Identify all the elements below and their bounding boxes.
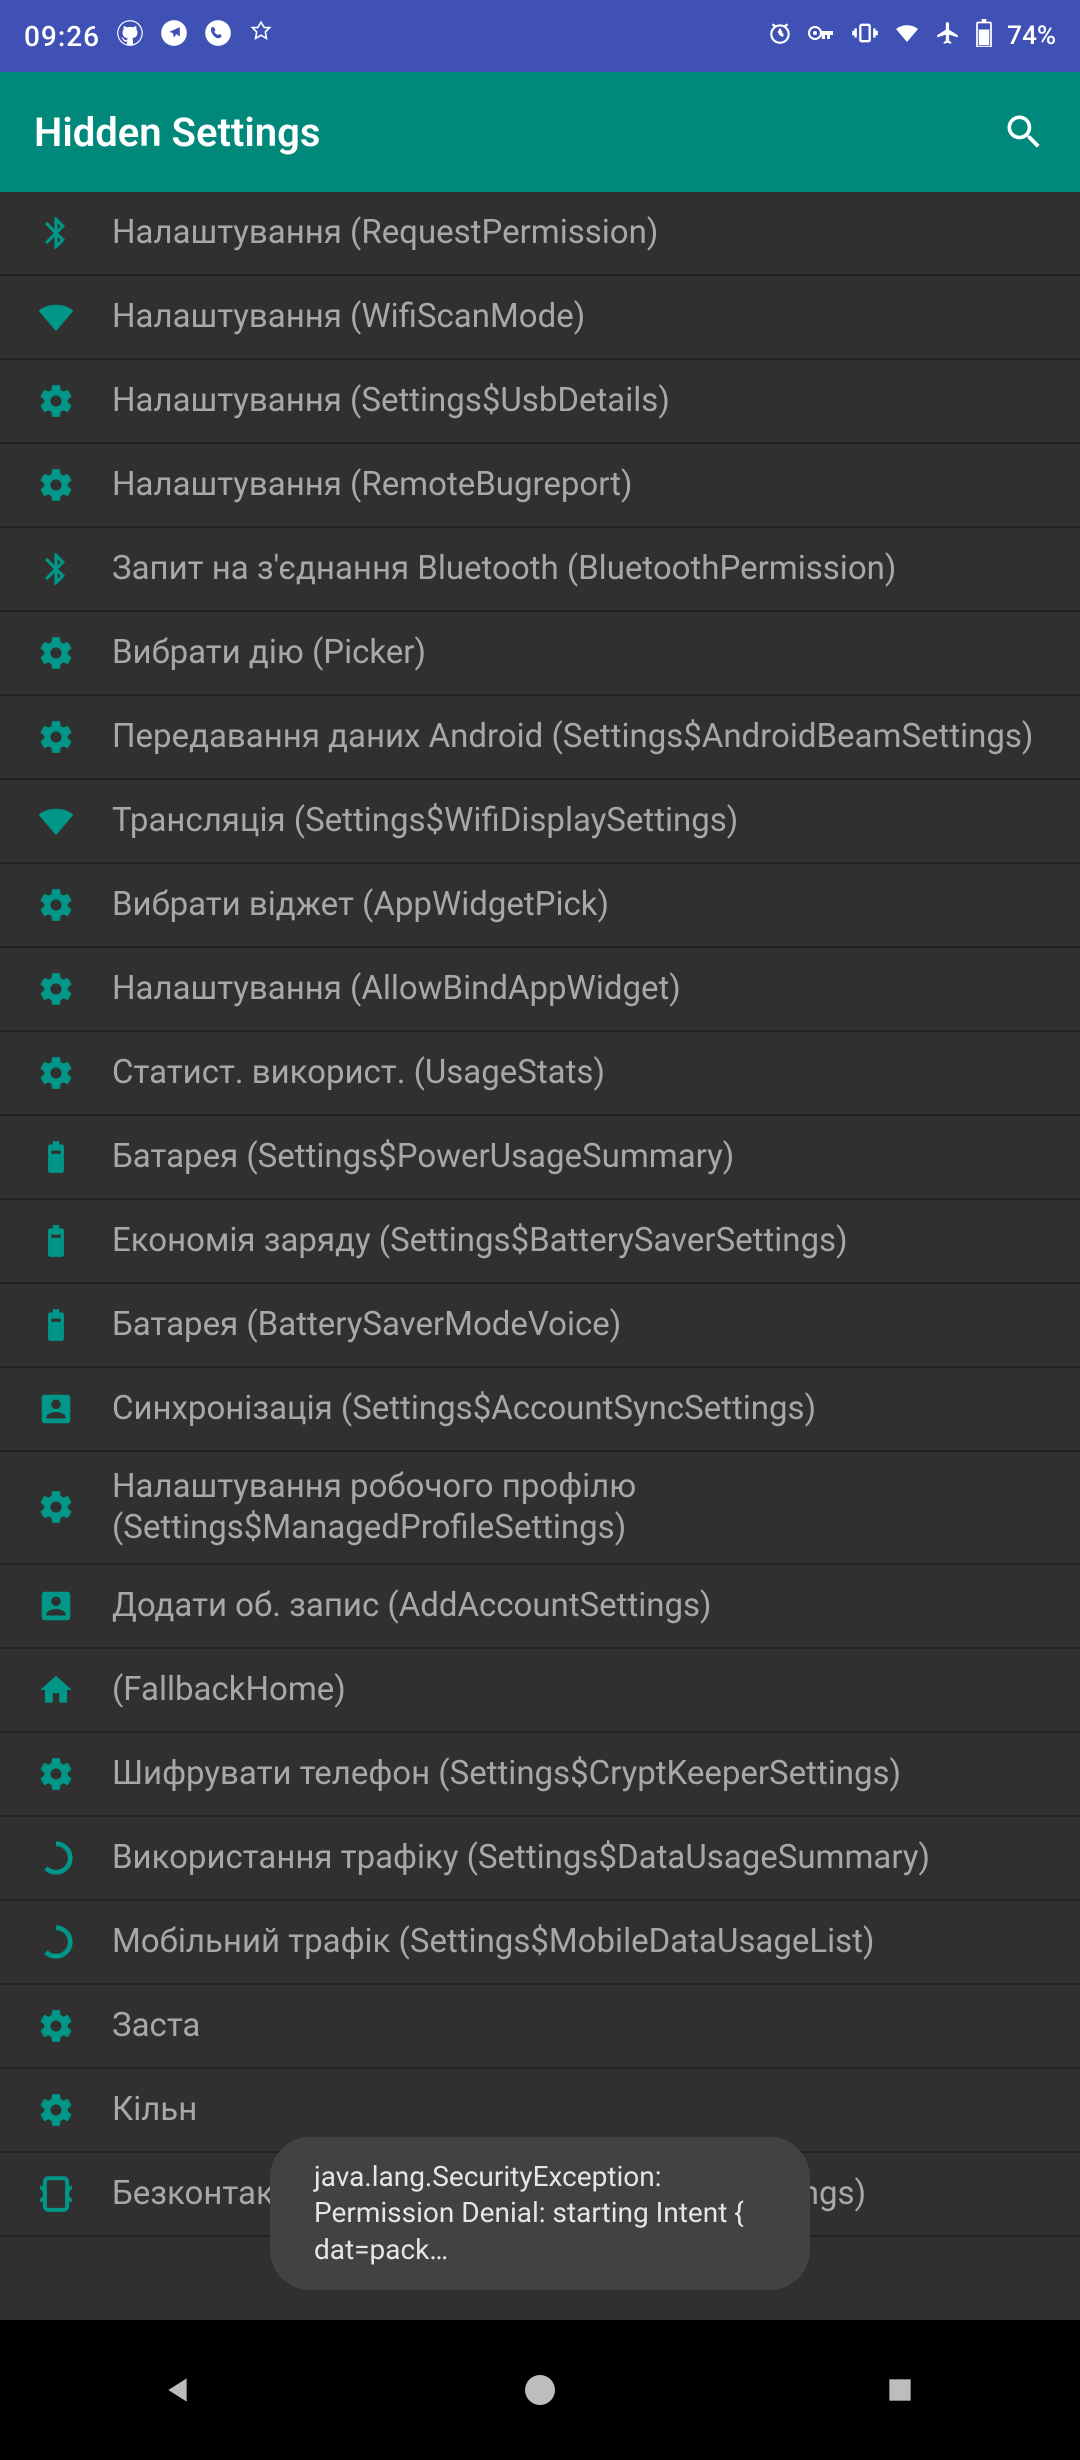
telegram-icon — [160, 19, 188, 54]
vibrate-icon — [851, 19, 879, 54]
list-item[interactable]: Вибрати віджет (AppWidgetPick) — [0, 864, 1080, 948]
account-icon — [36, 1586, 76, 1626]
list-item[interactable]: Передавання даних Android (Settings$Andr… — [0, 696, 1080, 780]
gear-icon — [36, 381, 76, 421]
item-label: Вибрати дію (Picker) — [112, 632, 426, 673]
item-label: Налаштування (WifiScanMode) — [112, 296, 585, 337]
nfc-icon — [36, 2174, 76, 2214]
bluetooth-icon — [36, 213, 76, 253]
wifi-icon — [893, 21, 921, 52]
list-item[interactable]: Налаштування (RequestPermission) — [0, 192, 1080, 276]
status-time: 09:26 — [24, 20, 100, 53]
gear-icon — [36, 2090, 76, 2130]
battery-percentage: 74% — [1007, 21, 1056, 51]
list-item[interactable]: (FallbackHome) — [0, 1649, 1080, 1733]
item-label: Економія заряду (Settings$BatterySaverSe… — [112, 1220, 848, 1261]
item-label: Використання трафіку (Settings$DataUsage… — [112, 1837, 930, 1878]
list-item[interactable]: Статист. використ. (UsageStats) — [0, 1032, 1080, 1116]
toast-line1: java.lang.SecurityException: — [314, 2159, 766, 2195]
account-icon — [36, 1389, 76, 1429]
list-item[interactable]: Батарея (BatterySaverModeVoice) — [0, 1284, 1080, 1368]
list-item[interactable]: Синхронізація (Settings$AccountSyncSetti… — [0, 1368, 1080, 1452]
list-item[interactable]: Батарея (Settings$PowerUsageSummary) — [0, 1116, 1080, 1200]
list-item[interactable]: Налаштування робочого профілю (Settings$… — [0, 1452, 1080, 1565]
toast-message: java.lang.SecurityException: Permission … — [270, 2137, 810, 2290]
alarm-icon — [767, 20, 793, 53]
wifi-icon — [36, 801, 76, 841]
app-title: Hidden Settings — [34, 109, 320, 156]
back-button[interactable] — [140, 2350, 220, 2430]
battery-icon — [36, 1137, 76, 1177]
gear-icon — [36, 465, 76, 505]
list-item[interactable]: Налаштування (AllowBindAppWidget) — [0, 948, 1080, 1032]
vpn-icon — [807, 20, 837, 53]
airplane-icon — [935, 20, 961, 53]
item-label: Шифрувати телефон (Settings$CryptKeeperS… — [112, 1753, 901, 1794]
item-label: Синхронізація (Settings$AccountSyncSetti… — [112, 1388, 816, 1429]
item-label: Налаштування робочого профілю (Settings$… — [112, 1466, 1060, 1549]
battery-icon — [36, 1221, 76, 1261]
list-item[interactable]: Трансляція (Settings$WifiDisplaySettings… — [0, 780, 1080, 864]
app-icon — [248, 20, 274, 53]
status-bar: 09:26 74% — [0, 0, 1080, 72]
search-button[interactable] — [1002, 110, 1046, 154]
list-item[interactable]: Шифрувати телефон (Settings$CryptKeeperS… — [0, 1733, 1080, 1817]
list-item[interactable]: Використання трафіку (Settings$DataUsage… — [0, 1817, 1080, 1901]
toast-line2: Permission Denial: starting Intent { dat… — [314, 2195, 766, 2268]
item-label: Мобільний трафік (Settings$MobileDataUsa… — [112, 1921, 874, 1962]
item-label: Статист. використ. (UsageStats) — [112, 1052, 605, 1093]
gear-icon — [36, 969, 76, 1009]
item-label: Додати об. запис (AddAccountSettings) — [112, 1585, 712, 1626]
battery-icon — [975, 19, 993, 54]
data-icon — [36, 1838, 76, 1878]
list-item[interactable]: Економія заряду (Settings$BatterySaverSe… — [0, 1200, 1080, 1284]
battery-icon — [36, 1305, 76, 1345]
gear-icon — [36, 885, 76, 925]
list-item[interactable]: Налаштування (RemoteBugreport) — [0, 444, 1080, 528]
item-label: Батарея (BatterySaverModeVoice) — [112, 1304, 621, 1345]
list-item[interactable]: Налаштування (Settings$UsbDetails) — [0, 360, 1080, 444]
item-label: Трансляція (Settings$WifiDisplaySettings… — [112, 800, 738, 841]
item-label: Налаштування (RemoteBugreport) — [112, 464, 633, 505]
navigation-bar — [0, 2320, 1080, 2460]
item-label: Батарея (Settings$PowerUsageSummary) — [112, 1136, 734, 1177]
gear-icon — [36, 717, 76, 757]
home-icon — [36, 1670, 76, 1710]
list-item[interactable]: Заста — [0, 1985, 1080, 2069]
github-icon — [116, 19, 144, 54]
list-item[interactable]: Вибрати дію (Picker) — [0, 612, 1080, 696]
gear-icon — [36, 633, 76, 673]
list-item[interactable]: Додати об. запис (AddAccountSettings) — [0, 1565, 1080, 1649]
app-bar: Hidden Settings — [0, 72, 1080, 192]
list-item[interactable]: Налаштування (WifiScanMode) — [0, 276, 1080, 360]
item-label: Кільн — [112, 2089, 197, 2130]
list-item[interactable]: Мобільний трафік (Settings$MobileDataUsa… — [0, 1901, 1080, 1985]
item-label: Налаштування (RequestPermission) — [112, 212, 658, 253]
gear-icon — [36, 2006, 76, 2046]
settings-list[interactable]: Налаштування (RequestPermission) Налаштув… — [0, 192, 1080, 2320]
item-label: Передавання даних Android (Settings$Andr… — [112, 716, 1033, 757]
item-label: Запит на з'єднання Bluetooth (BluetoothP… — [112, 548, 896, 589]
item-label: Налаштування (Settings$UsbDetails) — [112, 380, 670, 421]
bluetooth-icon — [36, 549, 76, 589]
item-label: (FallbackHome) — [112, 1669, 346, 1710]
viber-icon — [204, 19, 232, 54]
item-label: Заста — [112, 2005, 200, 2046]
gear-icon — [36, 1754, 76, 1794]
item-label: Налаштування (AllowBindAppWidget) — [112, 968, 681, 1009]
gear-icon — [36, 1053, 76, 1093]
wifi-icon — [36, 297, 76, 337]
data-icon — [36, 1922, 76, 1962]
recent-button[interactable] — [860, 2350, 940, 2430]
list-item[interactable]: Запит на з'єднання Bluetooth (BluetoothP… — [0, 528, 1080, 612]
home-button[interactable] — [500, 2350, 580, 2430]
gear-icon — [36, 1487, 76, 1527]
item-label: Вибрати віджет (AppWidgetPick) — [112, 884, 609, 925]
